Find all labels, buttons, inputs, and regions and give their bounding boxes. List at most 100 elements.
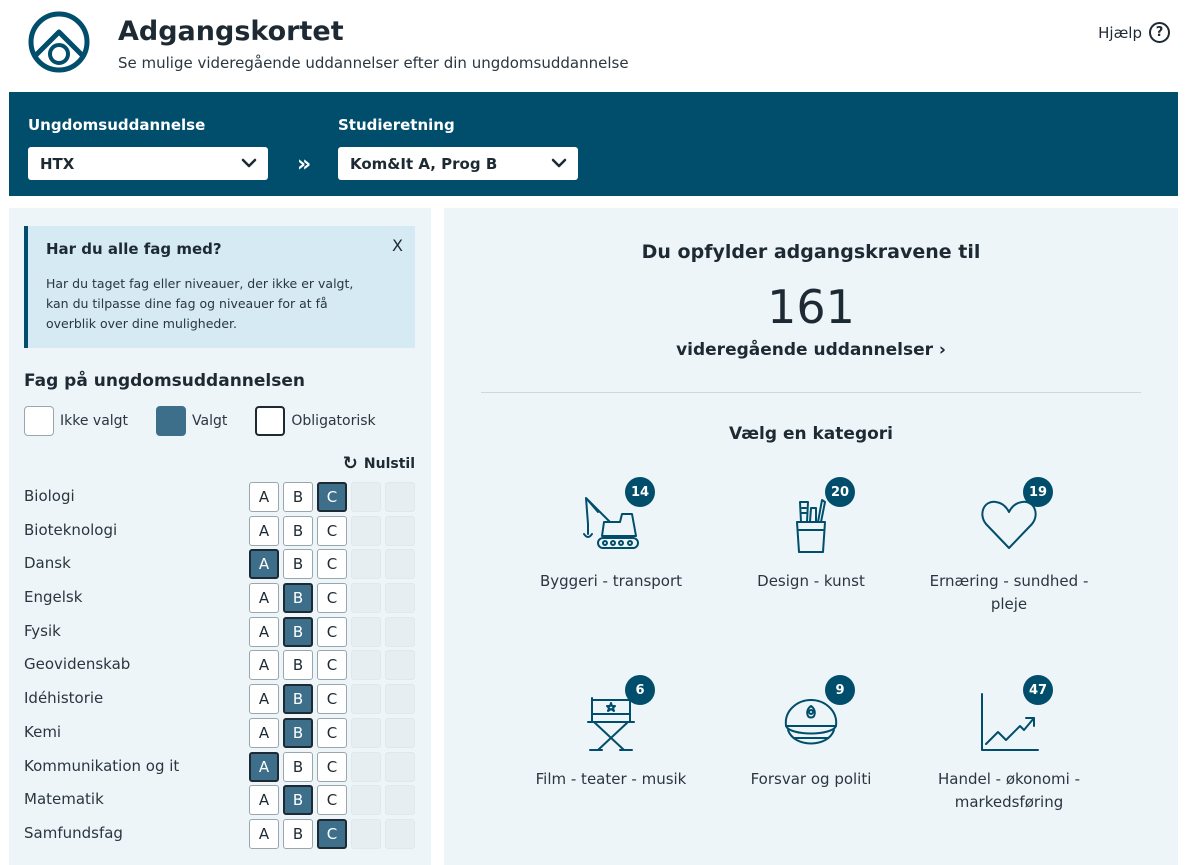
subject-row: Dansk A B C bbox=[24, 548, 419, 582]
level-placeholder bbox=[385, 515, 415, 546]
subject-list: Biologi A B C Bioteknologi A B C Dansk A B C Engelsk… bbox=[24, 481, 419, 852]
level-placeholder bbox=[385, 650, 415, 681]
category-forsvar-politi[interactable]: 9 Forsvar og politi bbox=[726, 675, 896, 822]
category-count-badge: 19 bbox=[1023, 477, 1053, 507]
level-button-c[interactable]: C bbox=[317, 717, 347, 748]
level-button-c[interactable]: C bbox=[317, 583, 347, 614]
level-placeholder bbox=[385, 616, 415, 647]
level-button-c[interactable]: C bbox=[317, 785, 347, 816]
level-button-a[interactable]: A bbox=[249, 818, 279, 849]
help-button[interactable]: Hjælp ? bbox=[1098, 22, 1170, 43]
level-button-b[interactable]: B bbox=[283, 583, 313, 614]
divider bbox=[481, 392, 1141, 393]
ungdom-value: HTX bbox=[40, 154, 75, 173]
level-button-a[interactable]: A bbox=[249, 549, 279, 580]
category-count-badge: 6 bbox=[625, 675, 655, 705]
info-box: Har du alle fag med? X Har du taget fag … bbox=[24, 226, 415, 348]
close-icon[interactable]: X bbox=[392, 236, 403, 255]
level-placeholder bbox=[351, 650, 381, 681]
studie-label: Studieretning bbox=[338, 116, 455, 134]
level-button-a[interactable]: A bbox=[249, 717, 279, 748]
result-count: 161 bbox=[767, 280, 855, 334]
category-handel-okonomi-markedsforing[interactable]: 47 Handel - økonomi - markedsføring bbox=[924, 675, 1094, 822]
level-button-c[interactable]: C bbox=[317, 650, 347, 681]
level-button-a[interactable]: A bbox=[249, 515, 279, 546]
legend-swatch bbox=[255, 406, 286, 436]
results-link[interactable]: videregående uddannelser › bbox=[444, 340, 1178, 360]
level-button-b[interactable]: B bbox=[283, 650, 313, 681]
level-placeholder bbox=[351, 684, 381, 715]
page-title: Adgangskortet bbox=[118, 16, 344, 47]
level-selector: ABC bbox=[249, 684, 415, 715]
logo-icon bbox=[28, 11, 90, 73]
category-label: Ernæring - sundhed - pleje bbox=[929, 572, 1089, 613]
level-selector: ABC bbox=[249, 482, 415, 512]
ungdom-select[interactable]: HTX bbox=[28, 147, 268, 180]
level-placeholder bbox=[351, 751, 381, 782]
category-design-kunst[interactable]: 20 Design - kunst bbox=[726, 477, 896, 624]
chevron-down-icon bbox=[241, 158, 257, 168]
level-button-a[interactable]: A bbox=[249, 684, 279, 715]
level-button-a[interactable]: A bbox=[249, 616, 279, 647]
page-subtitle: Se mulige videregående uddannelser efter… bbox=[118, 54, 629, 72]
studie-select[interactable]: Kom&It A, Prog B bbox=[338, 147, 578, 180]
level-placeholder bbox=[385, 751, 415, 782]
category-label: Handel - økonomi - markedsføring bbox=[938, 770, 1080, 811]
level-button-c[interactable]: C bbox=[317, 684, 347, 715]
level-button-b[interactable]: B bbox=[283, 751, 313, 782]
level-button-c[interactable]: C bbox=[317, 549, 347, 580]
level-button-c[interactable]: C bbox=[317, 616, 347, 647]
level-placeholder bbox=[351, 549, 381, 580]
level-button-b[interactable]: B bbox=[283, 549, 313, 580]
level-placeholder bbox=[351, 785, 381, 816]
level-button-b[interactable]: B bbox=[283, 684, 313, 715]
help-icon: ? bbox=[1149, 22, 1170, 43]
education-selector-bar: Ungdomsuddannelse HTX » Studieretning Ko… bbox=[9, 92, 1178, 196]
level-button-a[interactable]: A bbox=[249, 751, 279, 782]
studie-value: Kom&It A, Prog B bbox=[350, 154, 498, 173]
level-button-a[interactable]: A bbox=[249, 785, 279, 816]
level-button-c[interactable]: C bbox=[317, 818, 347, 849]
level-button-b[interactable]: B bbox=[283, 785, 313, 816]
level-button-b[interactable]: B bbox=[283, 482, 313, 512]
level-placeholder bbox=[351, 818, 381, 849]
results-panel: Du opfylder adgangskravene til 161 vider… bbox=[444, 208, 1178, 865]
ungdom-label: Ungdomsuddannelse bbox=[28, 116, 206, 134]
level-placeholder bbox=[385, 717, 415, 748]
level-button-a[interactable]: A bbox=[249, 650, 279, 681]
level-placeholder bbox=[385, 785, 415, 816]
level-button-c[interactable]: C bbox=[317, 515, 347, 546]
subject-row: Kommunikation og it A B C bbox=[24, 751, 419, 785]
category-count-badge: 20 bbox=[825, 477, 855, 507]
level-selector: ABC bbox=[249, 650, 415, 681]
chevron-down-icon bbox=[551, 158, 567, 168]
legend-label: Obligatorisk bbox=[291, 413, 376, 429]
level-button-b[interactable]: B bbox=[283, 717, 313, 748]
subject-name: Kommunikation og it bbox=[24, 756, 180, 775]
level-button-c[interactable]: C bbox=[317, 751, 347, 782]
level-selector: ABC bbox=[249, 717, 415, 748]
category-byggeri-transport[interactable]: 14 Byggeri - transport bbox=[526, 477, 696, 624]
reset-button[interactable]: ↻ Nulstil bbox=[343, 453, 415, 474]
app-header: Adgangskortet Se mulige videregående udd… bbox=[0, 0, 1200, 92]
level-button-a[interactable]: A bbox=[249, 482, 279, 512]
legend-mandatory: Obligatorisk bbox=[255, 406, 376, 436]
level-selector: ABC bbox=[249, 583, 415, 614]
level-button-b[interactable]: B bbox=[283, 616, 313, 647]
category-ernaering-sundhed-pleje[interactable]: 19 Ernæring - sundhed - pleje bbox=[924, 477, 1094, 624]
result-heading: Du opfylder adgangskravene til bbox=[641, 241, 981, 263]
level-placeholder bbox=[351, 583, 381, 614]
level-placeholder bbox=[351, 515, 381, 546]
category-film-teater-musik[interactable]: 6 Film - teater - musik bbox=[526, 675, 696, 822]
subject-row: Samfundsfag A B C bbox=[24, 818, 419, 852]
subject-row: Biologi A B C bbox=[24, 481, 419, 515]
level-button-b[interactable]: B bbox=[283, 515, 313, 546]
level-button-a[interactable]: A bbox=[249, 583, 279, 614]
level-button-b[interactable]: B bbox=[283, 818, 313, 849]
double-chevron-right-icon: » bbox=[297, 152, 311, 177]
legend: Ikke valgt Valgt Obligatorisk bbox=[24, 406, 404, 436]
level-selector: ABC bbox=[249, 818, 415, 849]
help-label: Hjælp bbox=[1098, 23, 1142, 42]
level-button-c[interactable]: C bbox=[317, 482, 347, 512]
category-label: Forsvar og politi bbox=[750, 770, 872, 788]
